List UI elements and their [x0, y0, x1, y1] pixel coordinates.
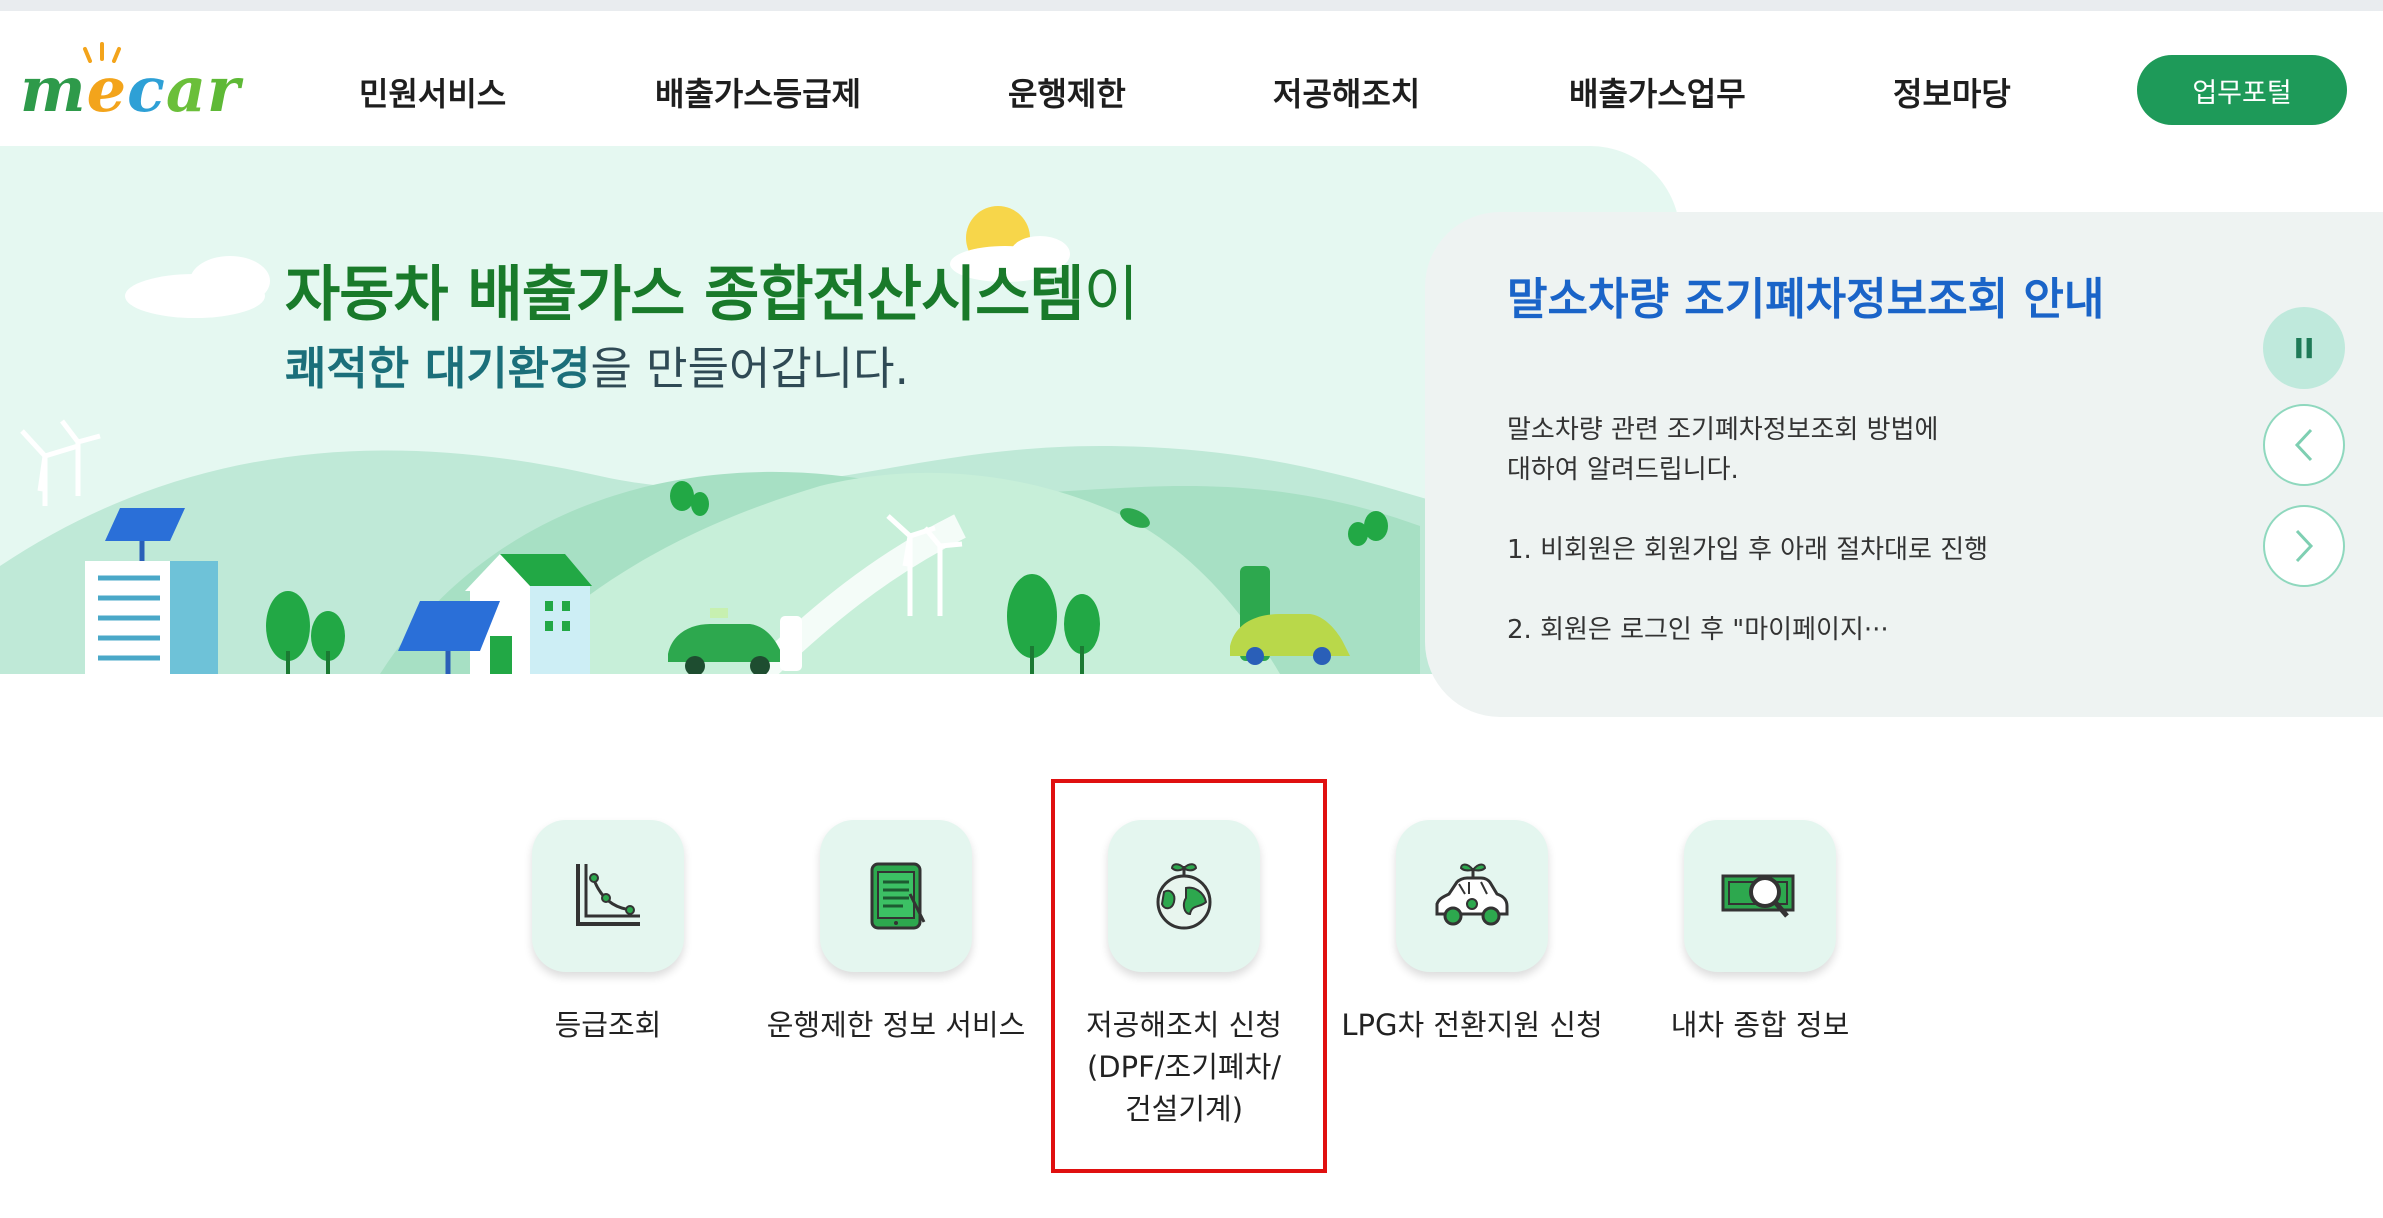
quick-menu-lpg-conversion[interactable]: LPG차 전환지원 신청 — [1316, 820, 1603, 1150]
quick-menu-label: LPG차 전환지원 신청 — [1341, 1008, 1603, 1042]
slider-next-button[interactable] — [2263, 505, 2345, 587]
eco-car-icon — [1435, 863, 1509, 926]
chevron-left-icon — [2294, 428, 2313, 462]
quick-menu-icon-box — [1108, 820, 1260, 972]
nav-emission-work[interactable]: 배출가스업무 — [1569, 69, 1746, 115]
slider-pause-button[interactable]: II — [2263, 307, 2345, 389]
slider-prev-button[interactable] — [2263, 404, 2345, 486]
browser-top-strip — [0, 0, 2383, 11]
mecar-logo[interactable]: mecar — [20, 41, 245, 131]
notice-line: 대하여 알려드립니다. — [1507, 455, 1739, 485]
hero-subtitle: 쾌적한 대기환경을 만들어갑니다. — [285, 342, 909, 395]
nav-info-plaza[interactable]: 정보마당 — [1893, 69, 2011, 115]
notice-line: 2. 회원은 로그인 후 "마이페이지··· — [1507, 615, 1889, 645]
notice-line: 1. 비회원은 회원가입 후 아래 절차대로 진행 — [1507, 535, 1989, 565]
nav-civil-service[interactable]: 민원서비스 — [359, 69, 506, 115]
quick-menu-icon-box — [1396, 820, 1548, 972]
notice-body: 말소차량 관련 조기폐차정보조회 방법에 대하여 알려드립니다. 1. 비회원은… — [1507, 410, 2067, 650]
quick-menu-driving-restriction-info[interactable]: 운행제한 정보 서비스 — [740, 820, 1025, 1150]
nav-emission-grade[interactable]: 배출가스등급제 — [655, 69, 861, 115]
quick-menu-label: 등급조회 — [554, 1008, 662, 1042]
quick-menu-my-car-info[interactable]: 내차 종합 정보 — [1604, 820, 1864, 1150]
chevron-right-icon — [2295, 529, 2314, 563]
quick-menu-icon-box — [820, 820, 972, 972]
quick-menu-icon-box — [532, 820, 684, 972]
nav-low-emission[interactable]: 저공해조치 — [1273, 69, 1420, 115]
chart-icon — [576, 864, 640, 926]
quick-menu-label: 저공해조치 신청 (DPF/조기폐차/ 건설기계) — [1086, 1008, 1282, 1126]
notice-title[interactable]: 말소차량 조기폐차정보조회 안내 — [1507, 272, 2107, 328]
tablet-icon — [870, 862, 926, 930]
nav-driving-restriction[interactable]: 운행제한 — [1008, 69, 1126, 115]
notice-panel[interactable]: 말소차량 조기폐차정보조회 안내 말소차량 관련 조기폐차정보조회 방법에 대하… — [1425, 212, 2383, 717]
quick-menu-icon-box — [1684, 820, 1836, 972]
pause-icon: II — [2293, 331, 2315, 365]
notice-line: 말소차량 관련 조기폐차정보조회 방법에 — [1507, 415, 1939, 445]
work-portal-button[interactable]: 업무포털 — [2137, 55, 2347, 125]
money-search-icon — [1721, 874, 1795, 918]
logo-wordmark: mecar — [20, 53, 241, 126]
quick-menu-label: 내차 종합 정보 — [1670, 1008, 1850, 1042]
site-header: mecar 민원서비스 배출가스등급제 운행제한 저공해조치 배출가스업무 정보… — [0, 11, 2383, 146]
earth-sprout-icon — [1156, 863, 1212, 930]
hero-title: 자동차 배출가스 종합전산시스템이 — [285, 260, 1139, 330]
quick-menu-low-emission-application[interactable]: 저공해조치 신청 (DPF/조기폐차/ 건설기계) — [1028, 820, 1288, 1150]
quick-menu-grade-lookup[interactable]: 등급조회 — [452, 820, 712, 1150]
quick-menu-label: 운행제한 정보 서비스 — [766, 1008, 1026, 1042]
